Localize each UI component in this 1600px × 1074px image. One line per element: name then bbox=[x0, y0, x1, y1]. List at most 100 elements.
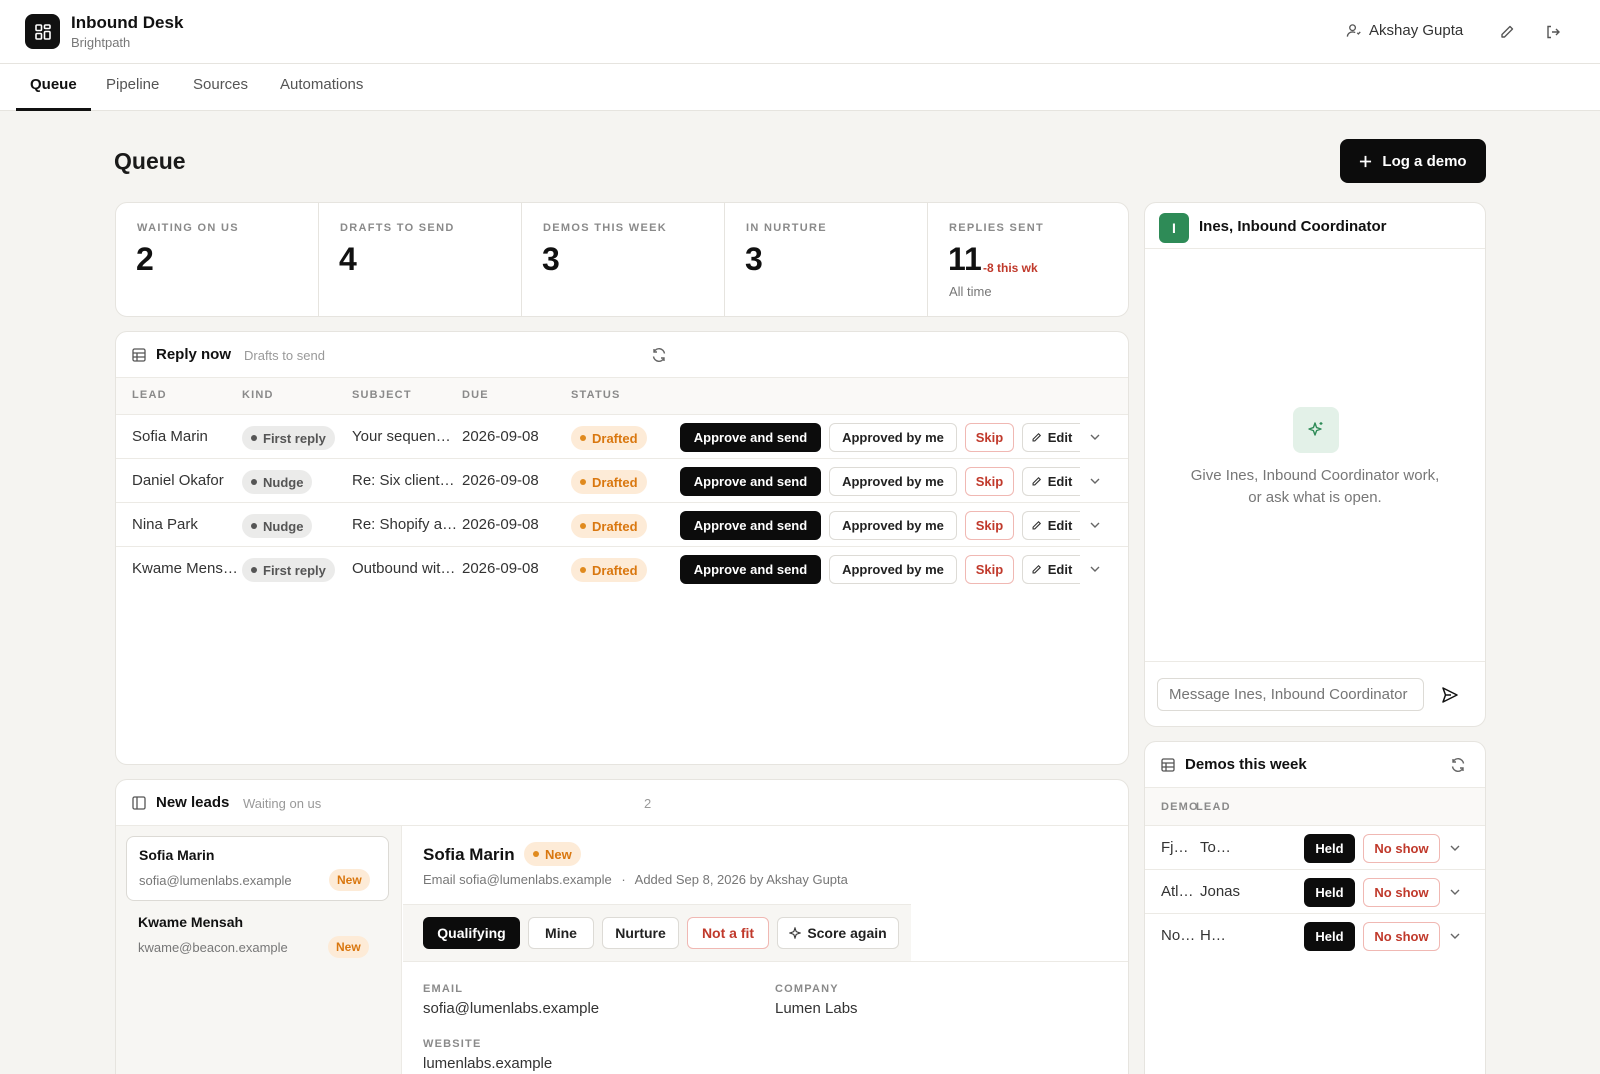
stat-label: REPLIES SENT bbox=[949, 222, 1045, 234]
app-logo[interactable] bbox=[25, 14, 60, 49]
pencil-icon bbox=[1032, 476, 1041, 486]
list-item[interactable]: Sofia Marin sofia@lumenlabs.example New bbox=[126, 836, 389, 901]
assistant-card: I Ines, Inbound Coordinator Give Ines, I… bbox=[1144, 202, 1486, 727]
chevron-down-icon[interactable] bbox=[1088, 430, 1102, 444]
demos-card: Demos this week DEMO LEAD Fjord Tomas He… bbox=[1144, 741, 1486, 1074]
held-button[interactable]: Held bbox=[1304, 834, 1355, 863]
empty-line-1: Give Ines, Inbound Coordinator work, bbox=[1190, 467, 1440, 484]
stat-delta: -8 this wk bbox=[983, 261, 1038, 275]
chevron-down-icon[interactable] bbox=[1448, 929, 1462, 943]
approve-send-button[interactable]: Approve and send bbox=[680, 423, 821, 452]
chevron-down-icon[interactable] bbox=[1448, 841, 1462, 855]
stat-drafts: DRAFTS TO SEND 4 bbox=[319, 203, 522, 316]
edit-button[interactable]: Edit bbox=[1022, 423, 1080, 452]
no-show-button[interactable]: No show bbox=[1363, 834, 1440, 863]
approve-send-button[interactable]: Approve and send bbox=[680, 467, 821, 496]
chevron-down-icon[interactable] bbox=[1088, 562, 1102, 576]
edit-button[interactable]: Edit bbox=[1022, 555, 1080, 584]
plus-icon bbox=[1360, 155, 1372, 167]
due-date: 2026-09-08 bbox=[462, 516, 539, 533]
skip-button[interactable]: Skip bbox=[965, 511, 1014, 540]
assistant-message-input[interactable] bbox=[1157, 678, 1424, 711]
table-row[interactable]: Atlas Jonas Held No show bbox=[1145, 869, 1485, 913]
page-title: Queue bbox=[114, 148, 186, 174]
edit-button[interactable]: Edit bbox=[1022, 467, 1080, 496]
col-lead: LEAD bbox=[1196, 801, 1231, 813]
divider bbox=[1145, 661, 1485, 662]
pencil-icon bbox=[1501, 25, 1514, 38]
reply-now-header: Reply now Drafts to send bbox=[116, 332, 1128, 378]
new-leads-card: New leads Waiting on us 2 Sofia Marin so… bbox=[115, 779, 1129, 1074]
assistant-empty-text: Give Ines, Inbound Coordinator work, or … bbox=[1145, 465, 1485, 509]
table-icon bbox=[132, 348, 146, 362]
approve-send-button[interactable]: Approve and send bbox=[680, 511, 821, 540]
refresh-icon[interactable] bbox=[1450, 757, 1466, 773]
chevron-down-icon[interactable] bbox=[1448, 885, 1462, 899]
stage-toolbar: Qualifying Mine Nurture Not a fit Score … bbox=[403, 904, 911, 961]
sign-out-button[interactable] bbox=[1542, 21, 1564, 43]
skip-button[interactable]: Skip bbox=[965, 423, 1014, 452]
table-row[interactable]: Northwind Hana Held No show bbox=[1145, 913, 1485, 957]
stage-nurture-button[interactable]: Nurture bbox=[602, 917, 679, 949]
sparkle-badge bbox=[1293, 407, 1339, 453]
kind-badge: Nudge bbox=[242, 470, 313, 494]
edit-profile-button[interactable] bbox=[1496, 21, 1518, 43]
table-row[interactable]: Sofia Marin First reply Your sequence vo… bbox=[116, 414, 1128, 458]
approved-by-me-button[interactable]: Approved by me bbox=[829, 555, 957, 584]
refresh-icon[interactable] bbox=[651, 347, 667, 363]
stat-value: 3 bbox=[745, 241, 763, 277]
log-demo-label: Log a demo bbox=[1382, 152, 1467, 170]
user-menu[interactable]: Akshay Gupta bbox=[1346, 22, 1463, 39]
stage-qualifying-button[interactable]: Qualifying bbox=[423, 917, 520, 949]
skip-button[interactable]: Skip bbox=[965, 467, 1014, 496]
lead-email: kwame@beacon.example bbox=[138, 940, 288, 955]
approved-by-me-button[interactable]: Approved by me bbox=[829, 511, 957, 540]
reply-now-card: Reply now Drafts to send LEAD KIND SUBJE… bbox=[115, 331, 1129, 765]
score-again-button[interactable]: Score again bbox=[777, 917, 899, 949]
logout-icon bbox=[1547, 25, 1560, 39]
table-row[interactable]: Nina Park Nudge Re: Shopify apps 2026-09… bbox=[116, 502, 1128, 546]
tab-pipeline[interactable]: Pipeline bbox=[106, 64, 159, 111]
no-show-button[interactable]: No show bbox=[1363, 922, 1440, 951]
stage-mine-button[interactable]: Mine bbox=[528, 917, 594, 949]
held-button[interactable]: Held bbox=[1304, 922, 1355, 951]
sparkle-icon bbox=[1308, 422, 1323, 436]
held-button[interactable]: Held bbox=[1304, 878, 1355, 907]
no-show-button[interactable]: No show bbox=[1363, 878, 1440, 907]
list-item[interactable]: Kwame Mensah kwame@beacon.example New bbox=[126, 904, 389, 969]
send-button[interactable] bbox=[1439, 684, 1461, 706]
demo-name: Fjord bbox=[1161, 839, 1194, 856]
table-row[interactable]: Daniel Okafor Nudge Re: Six clients onbo… bbox=[116, 458, 1128, 502]
panel-icon bbox=[132, 796, 146, 810]
lead-name: Sofia Marin bbox=[139, 847, 215, 863]
edit-button[interactable]: Edit bbox=[1022, 511, 1080, 540]
company-label: COMPANY bbox=[775, 983, 839, 995]
status-badge: Drafted bbox=[571, 558, 647, 582]
approved-by-me-button[interactable]: Approved by me bbox=[829, 423, 957, 452]
chevron-down-icon[interactable] bbox=[1088, 518, 1102, 532]
skip-button[interactable]: Skip bbox=[965, 555, 1014, 584]
tab-sources[interactable]: Sources bbox=[193, 64, 248, 111]
log-demo-button[interactable]: Log a demo bbox=[1340, 139, 1486, 183]
chevron-down-icon[interactable] bbox=[1088, 474, 1102, 488]
approved-by-me-button[interactable]: Approved by me bbox=[829, 467, 957, 496]
status-badge: Drafted bbox=[571, 470, 647, 494]
demo-lead: Tomas bbox=[1200, 839, 1232, 856]
subject: Re: Shopify apps bbox=[352, 516, 458, 533]
sparkle-icon bbox=[789, 927, 802, 939]
table-row[interactable]: Kwame Mensah First reply Outbound with B… bbox=[116, 546, 1128, 590]
tab-automations[interactable]: Automations bbox=[280, 64, 363, 111]
stat-label: WAITING ON US bbox=[137, 222, 239, 234]
col-kind: KIND bbox=[242, 389, 274, 401]
lead-detail: Sofia Marin New Email sofia@lumenlabs.ex… bbox=[403, 826, 1128, 1074]
stage-not-fit-button[interactable]: Not a fit bbox=[687, 917, 769, 949]
col-lead: LEAD bbox=[132, 389, 167, 401]
pencil-icon bbox=[1032, 520, 1041, 530]
approve-send-button[interactable]: Approve and send bbox=[680, 555, 821, 584]
demo-name: Northwind bbox=[1161, 927, 1199, 944]
tab-queue[interactable]: Queue bbox=[16, 64, 91, 111]
leads-list: Sofia Marin sofia@lumenlabs.example New … bbox=[116, 826, 402, 1074]
table-row[interactable]: Fjord Tomas Held No show bbox=[1145, 825, 1485, 869]
new-leads-title: New leads bbox=[156, 794, 230, 811]
edit-label: Edit bbox=[1047, 474, 1073, 489]
